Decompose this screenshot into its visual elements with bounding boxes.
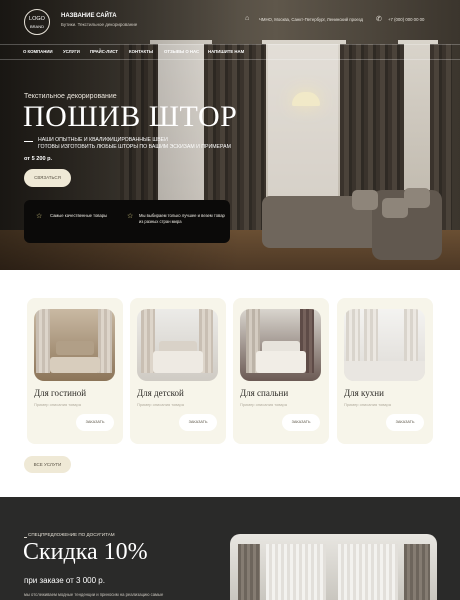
page: LOGO BRAND НАЗВАНИЕ САЙТА Бутики. Тексти… [0, 0, 460, 600]
hero-title: ПОШИВ ШТОР [23, 100, 238, 133]
feature-text: Мы выбираем только лучшее и везем товар … [139, 213, 225, 224]
site-tagline: Бутики. Текстильное декорирование [61, 22, 138, 27]
hero-lamp [292, 92, 320, 106]
address-text: ЧМНО, Москва, Санкт-Петербург, Ленинский… [259, 17, 364, 22]
promo-condition: при заказе от 3 000 р. [24, 576, 105, 585]
promo-image [230, 534, 437, 600]
card-subtitle: Пример описания товара [34, 402, 81, 407]
order-button[interactable]: ЗАКАЗАТЬ [282, 414, 320, 431]
order-button[interactable]: ЗАКАЗАТЬ [386, 414, 424, 431]
hero-section: LOGO BRAND НАЗВАНИЕ САЙТА Бутики. Тексти… [0, 0, 460, 270]
star-icon: ☆ [127, 213, 134, 220]
card-image [344, 309, 425, 381]
home-icon: ⌂ [245, 15, 250, 22]
site-name: НАЗВАНИЕ САЙТА [61, 13, 117, 19]
hero-subtitle-line1: НАШИ ОПЫТНЫЕ И КВАЛИФИЦИРОВАННЫЕ ШВЕИ [38, 137, 168, 143]
promo-description: мы отслеживаем модные тенденции и принос… [24, 592, 164, 597]
card-subtitle: Пример описания товара [240, 402, 287, 407]
category-card[interactable]: Для детской Пример описания товара ЗАКАЗ… [130, 298, 226, 444]
card-subtitle: Пример описания товара [344, 402, 391, 407]
card-image [34, 309, 115, 381]
promo-eyebrow: СПЕЦПРЕДЛОЖЕНИЕ ПО ДОСУГИТАМ [28, 532, 115, 537]
hero-divider [24, 141, 33, 142]
main-nav: О КОМПАНИИ УСЛУГИ ПРАЙС-ЛИСТ КОНТАКТЫ ОТ… [0, 44, 460, 60]
card-title: Для детской [137, 388, 184, 398]
nav-item-about[interactable]: О КОМПАНИИ [23, 49, 53, 54]
card-image [240, 309, 321, 381]
category-cards: Для гостиной Пример описания товара ЗАКА… [0, 298, 460, 448]
logo[interactable]: LOGO BRAND [24, 9, 50, 35]
feature-text: Самые качественные товары [50, 213, 108, 218]
all-services-button[interactable]: ВСЕ УСЛУГИ [24, 456, 71, 473]
nav-item-reviews[interactable]: ОТЗЫВЫ О НАС [164, 49, 199, 54]
hero-subtitle-line2: ГОТОВЫ ИЗГОТОВИТЬ ЛЮБЫЕ ШТОРЫ ПО ВАШИМ Э… [38, 144, 231, 150]
card-title: Для гостиной [34, 388, 87, 398]
hero-pillow [352, 190, 378, 210]
card-title: Для спальни [240, 388, 289, 398]
logo-text: LOGO [29, 16, 45, 22]
card-title: Для кухни [344, 388, 384, 398]
promo-divider [24, 537, 27, 538]
logo-sub: BRAND [29, 24, 44, 29]
category-card[interactable]: Для спальни Пример описания товара ЗАКАЗ… [233, 298, 329, 444]
promo-title: Скидка 10% [23, 539, 148, 565]
nav-item-write-us[interactable]: НАПИШИТЕ НАМ [208, 49, 244, 54]
card-image [137, 309, 218, 381]
hero-eyebrow: Текстильное декорирование [24, 93, 117, 100]
order-button[interactable]: ЗАКАЗАТЬ [179, 414, 217, 431]
nav-item-pricelist[interactable]: ПРАЙС-ЛИСТ [90, 49, 118, 54]
nav-item-contacts[interactable]: КОНТАКТЫ [129, 49, 153, 54]
phone-link[interactable]: +7 (000) 000 00 00 [388, 17, 424, 22]
category-card[interactable]: Для гостиной Пример описания товара ЗАКА… [27, 298, 123, 444]
card-subtitle: Пример описания товара [137, 402, 184, 407]
star-icon: ☆ [36, 213, 43, 220]
phone-icon: ✆ [376, 16, 382, 23]
nav-item-services[interactable]: УСЛУГИ [63, 49, 80, 54]
features-box: ☆ Самые качественные товары ☆ Мы выбирае… [24, 200, 230, 243]
hero-pillow [404, 188, 430, 208]
top-bar: LOGO BRAND НАЗВАНИЕ САЙТА Бутики. Тексти… [0, 0, 460, 44]
contact-button[interactable]: СВЯЗАТЬСЯ [24, 169, 71, 187]
order-button[interactable]: ЗАКАЗАТЬ [76, 414, 114, 431]
category-card[interactable]: Для кухни Пример описания товара ЗАКАЗАТ… [337, 298, 433, 444]
hero-price: от 5 200 р. [24, 156, 53, 162]
